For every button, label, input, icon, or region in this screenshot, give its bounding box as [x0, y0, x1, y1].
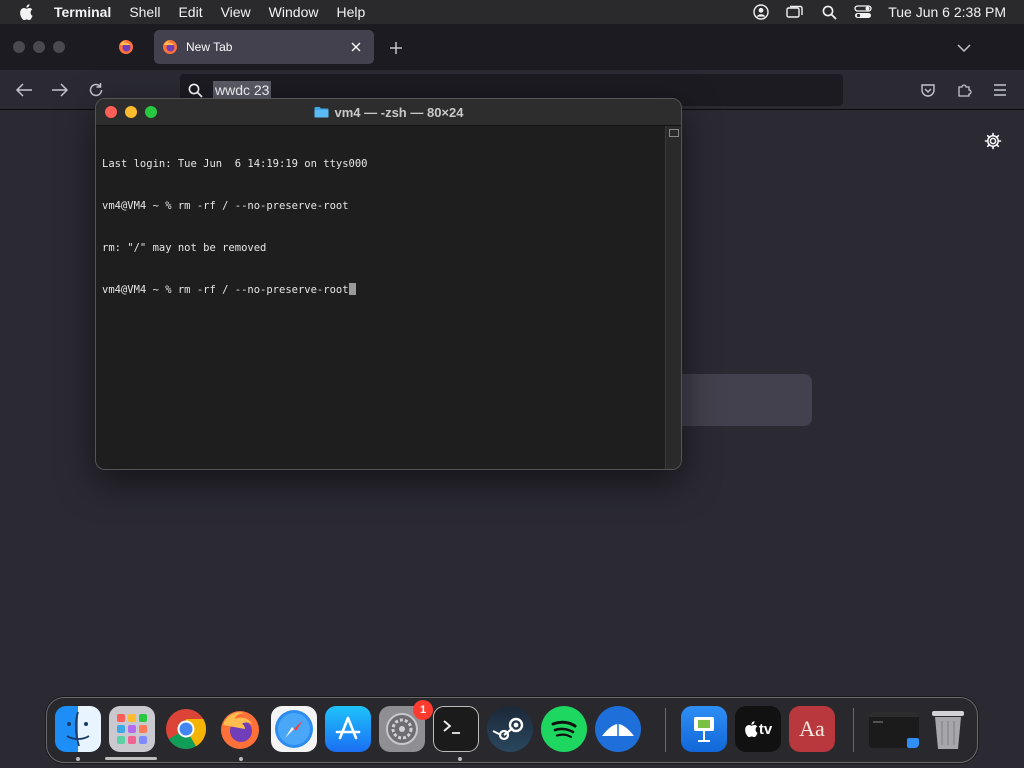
folder-icon [314, 107, 328, 118]
firefox-logo-icon [119, 40, 133, 54]
firefox-maximize-button[interactable] [53, 41, 65, 53]
dock-finder-icon[interactable] [55, 706, 101, 752]
dock-apple-tv-icon[interactable]: tv [735, 706, 781, 752]
firefox-tab-icon [163, 40, 177, 54]
terminal-title: vm4 — -zsh — 80×24 [314, 104, 464, 120]
back-arrow-icon[interactable] [13, 79, 35, 101]
apple-logo-icon [744, 721, 758, 737]
terminal-window-controls [105, 106, 157, 118]
firefox-minimize-button[interactable] [33, 41, 45, 53]
apple-menu-icon[interactable] [0, 4, 52, 20]
menu-shell[interactable]: Shell [120, 0, 169, 24]
dock-firefox-icon[interactable] [217, 706, 263, 752]
chevron-down-icon[interactable] [954, 38, 974, 58]
screen-mirroring-icon[interactable] [778, 0, 812, 24]
terminal-close-button[interactable] [105, 106, 117, 118]
dictionary-label: Aa [799, 716, 825, 741]
menu-window[interactable]: Window [260, 0, 328, 24]
dock-mail-icon[interactable] [595, 706, 641, 752]
apple-tv-label: tv [758, 720, 773, 738]
dock-chrome-icon[interactable] [163, 706, 209, 752]
pocket-icon[interactable] [917, 79, 939, 101]
control-center-icon[interactable] [846, 0, 880, 24]
terminal-current-command: vm4@VM4 ~ % rm -rf / --no-preserve-root [102, 284, 349, 296]
firefox-tab-bar: New Tab [0, 24, 1024, 70]
terminal-line: vm4@VM4 ~ % rm -rf / --no-preserve-root [102, 200, 349, 212]
terminal-minimize-button[interactable] [125, 106, 137, 118]
dock-steam-icon[interactable] [487, 706, 533, 752]
menu-bar-clock[interactable]: Tue Jun 6 2:38 PM [880, 4, 1006, 20]
dock-keynote-icon[interactable] [681, 706, 727, 752]
dock-spotify-icon[interactable] [541, 706, 587, 752]
terminal-output[interactable]: Last login: Tue Jun 6 14:19:19 on ttys00… [96, 126, 666, 469]
close-tab-icon[interactable] [348, 39, 364, 55]
menu-edit[interactable]: Edit [169, 0, 211, 24]
firefox-window-controls [13, 41, 65, 53]
menu-view[interactable]: View [212, 0, 260, 24]
new-tab-plus-icon[interactable] [386, 38, 406, 58]
terminal-window[interactable]: vm4 — -zsh — 80×24 Last login: Tue Jun 6… [95, 98, 682, 470]
running-indicator [458, 757, 462, 761]
dock-app-store-icon[interactable] [325, 706, 371, 752]
dock-separator [853, 708, 854, 752]
dock-dictionary-icon[interactable]: Aa [789, 706, 835, 752]
terminal-scroll-icon[interactable] [669, 129, 679, 137]
dock-safari-icon[interactable] [271, 706, 317, 752]
dock-separator [665, 708, 666, 752]
menu-help[interactable]: Help [327, 0, 374, 24]
address-bar-text[interactable]: wwdc 23 [213, 81, 272, 99]
terminal-line: rm: "/" may not be removed [102, 242, 267, 254]
tab-title: New Tab [186, 40, 233, 54]
pinned-tab-firefox[interactable] [104, 32, 148, 62]
running-indicator [239, 757, 243, 761]
menu-app-name[interactable]: Terminal [52, 0, 120, 24]
dock: 1 tv Aa [46, 697, 978, 763]
launchpad-highlight [105, 757, 157, 760]
gear-icon[interactable] [982, 130, 1004, 152]
running-indicator [76, 757, 80, 761]
tab-new-tab[interactable]: New Tab [154, 30, 374, 64]
terminal-line: Last login: Tue Jun 6 14:19:19 on ttys00… [102, 158, 368, 170]
terminal-title-bar[interactable]: vm4 — -zsh — 80×24 [96, 99, 681, 126]
dock-minimized-terminal-window[interactable] [869, 712, 919, 748]
extensions-puzzle-icon[interactable] [953, 79, 975, 101]
hamburger-menu-icon[interactable] [989, 79, 1011, 101]
dock-launchpad-icon[interactable] [109, 706, 155, 752]
search-icon [188, 83, 203, 97]
forward-arrow-icon[interactable] [49, 79, 71, 101]
firefox-close-button[interactable] [13, 41, 25, 53]
user-account-icon[interactable] [744, 0, 778, 24]
spotlight-search-icon[interactable] [812, 0, 846, 24]
terminal-prompt-line[interactable]: vm4@VM4 ~ % rm -rf / --no-preserve-root [102, 283, 660, 297]
terminal-scrollbar[interactable] [665, 126, 681, 469]
notification-badge: 1 [413, 700, 433, 720]
menu-bar: Terminal Shell Edit View Window Help Tue… [0, 0, 1024, 24]
terminal-title-text: vm4 — -zsh — 80×24 [334, 104, 464, 120]
dock-trash-icon[interactable] [925, 706, 971, 752]
dock-terminal-icon[interactable] [433, 706, 479, 752]
terminal-maximize-button[interactable] [145, 106, 157, 118]
terminal-cursor [348, 283, 356, 295]
